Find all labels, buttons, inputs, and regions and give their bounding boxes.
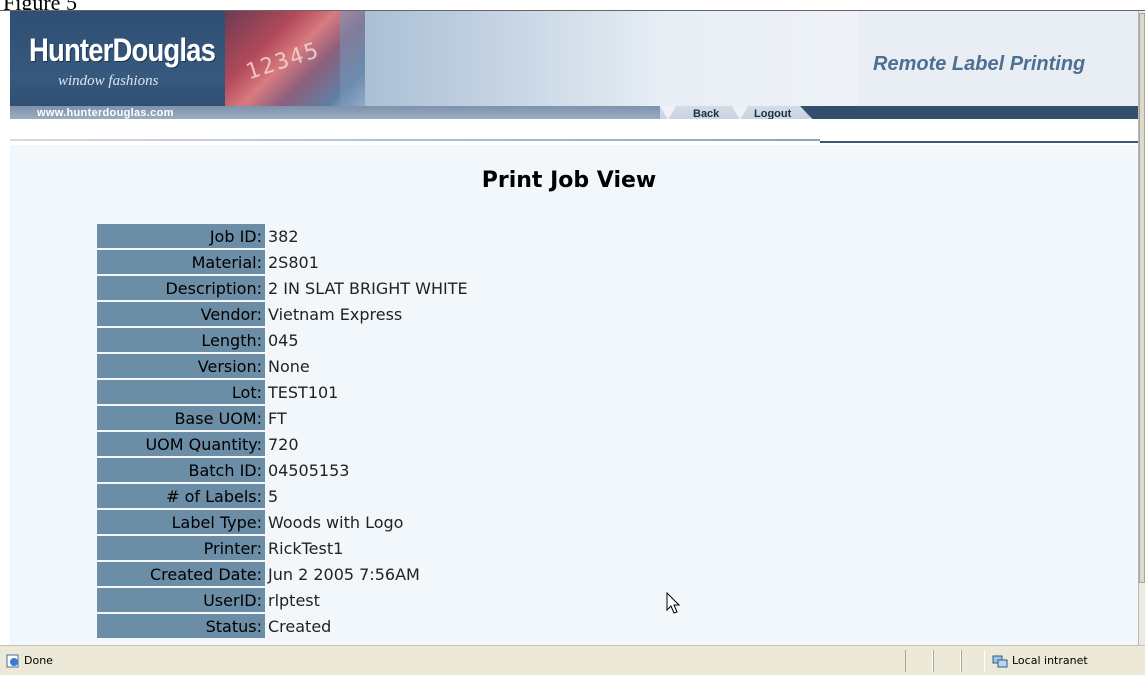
field-label: Description: [97,276,265,300]
table-row: Version: None [97,354,468,378]
field-value: Vietnam Express [268,304,403,324]
field-value: 5 [268,486,279,506]
field-label: Batch ID: [97,458,265,482]
table-row: Description: 2 IN SLAT BRIGHT WHITE [97,276,468,300]
field-label: UOM Quantity: [97,432,265,456]
nav-separator [732,106,748,119]
logout-button[interactable]: Logout [754,108,791,119]
mouse-cursor-icon [666,592,680,614]
table-row: Lot: TEST101 [97,380,468,404]
field-value: 045 [268,330,299,350]
table-row: # of Labels: 5 [97,484,468,508]
field-label: Printer: [97,536,265,560]
status-pane [961,650,985,672]
field-value: Woods with Logo [268,512,404,532]
brand-logo[interactable]: HunterDouglas [29,32,216,69]
table-row: Printer: RickTest1 [97,536,468,560]
brand-tagline: window fashions [58,73,159,89]
table-row: UserID: rlptest [97,588,468,612]
nav-dark-bar [800,106,1138,119]
field-label: Created Date: [97,562,265,586]
banner-photo-number: 12345 [243,37,324,86]
field-label: Version: [97,354,265,378]
field-value: 2S801 [268,252,319,272]
field-value: rlptest [268,590,320,610]
banner-divider-dark [820,141,1138,143]
site-url-link[interactable]: www.hunterdouglas.com [37,107,174,119]
field-value: 04505153 [268,460,350,480]
app-title: Remote Label Printing [873,53,1086,75]
banner-divider [10,139,820,141]
table-row: Job ID: 382 [97,224,468,248]
nav-separator [660,106,676,119]
ie-page-icon [6,654,19,668]
table-row: Created Date: Jun 2 2005 7:56AM [97,562,468,586]
back-button[interactable]: Back [693,108,719,119]
table-row: Vendor: Vietnam Express [97,302,468,326]
intranet-icon [992,655,1008,668]
page-title: Print Job View [481,168,657,193]
table-row: Length: 045 [97,328,468,352]
field-label: Status: [97,614,265,638]
field-label: Base UOM: [97,406,265,430]
field-label: Lot: [97,380,265,404]
table-row: Label Type: Woods with Logo [97,510,468,534]
scrollbar-thumb[interactable] [1139,13,1145,583]
field-value: RickTest1 [268,538,344,558]
field-label: Material: [97,250,265,274]
field-label: Vendor: [97,302,265,326]
job-details-table: Job ID: 382 Material: 2S801 Description: 2 IN… [97,222,468,640]
field-label: Length: [97,328,265,352]
status-text: Done [24,654,53,667]
table-row: Batch ID: 04505153 [97,458,468,482]
site-banner: 12345 HunterDouglas window fashions Remo… [10,11,1138,119]
field-value: 2 IN SLAT BRIGHT WHITE [268,278,468,298]
field-value: 382 [268,226,299,246]
table-row: UOM Quantity: 720 [97,432,468,456]
status-pane [905,650,933,672]
table-row: Base UOM: FT [97,406,468,430]
field-value: TEST101 [268,382,339,402]
status-pane [933,650,961,672]
banner-photo-fade [340,11,660,119]
field-label: UserID: [97,588,265,612]
table-row: Status: Created [97,614,468,638]
table-row: Material: 2S801 [97,250,468,274]
field-value: FT [268,408,287,428]
field-label: # of Labels: [97,484,265,508]
field-label: Job ID: [97,224,265,248]
field-value: Created [268,616,332,636]
field-value: None [268,356,310,376]
security-zone-label: Local intranet [1012,654,1088,667]
field-value: Jun 2 2005 7:56AM [268,564,420,584]
field-value: 720 [268,434,299,454]
field-label: Label Type: [97,510,265,534]
